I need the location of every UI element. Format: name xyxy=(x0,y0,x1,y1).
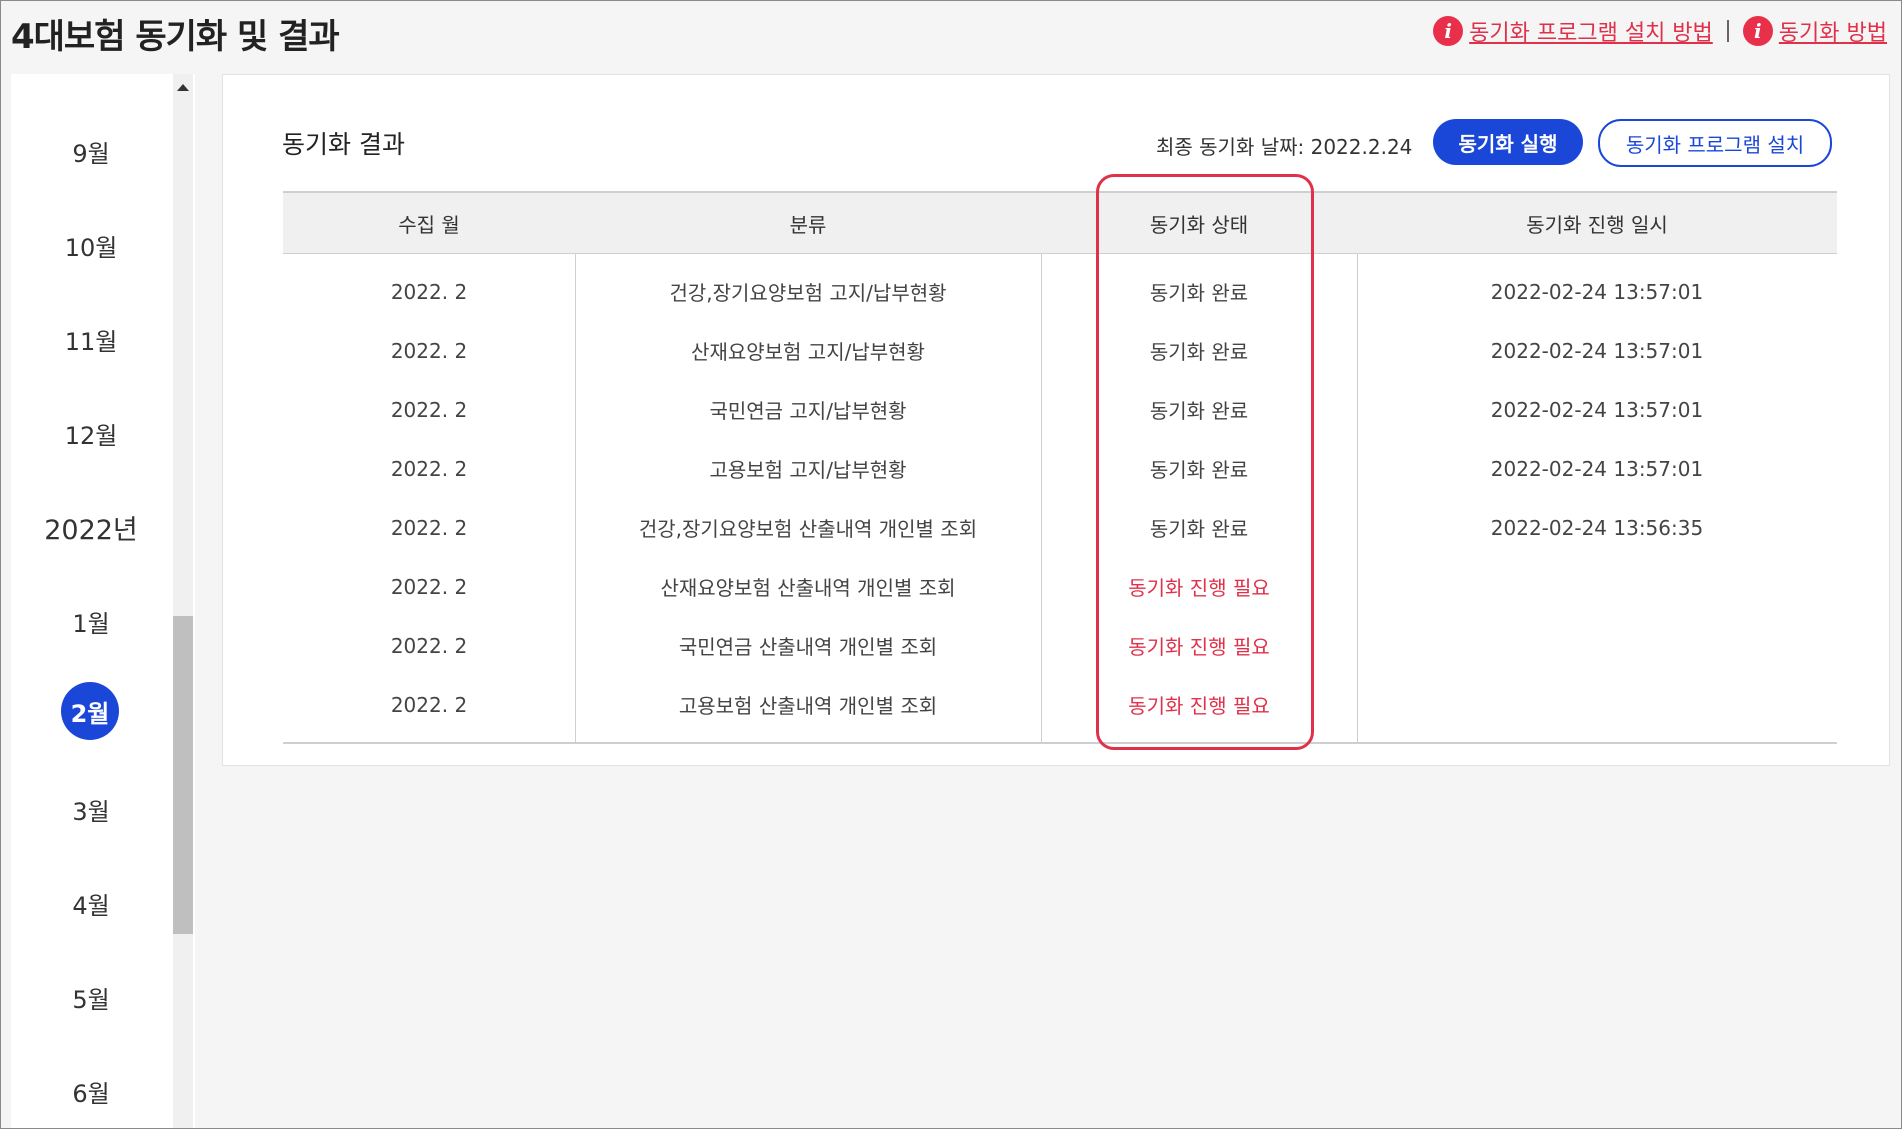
cell-category: 국민연금 산출내역 개인별 조회 xyxy=(678,635,938,659)
year-label: 2022년 xyxy=(44,515,138,546)
cell-datetime: 2022-02-24 13:57:01 xyxy=(1490,338,1704,363)
cell-month: 2022. 2 xyxy=(390,515,468,540)
app-frame: 4대보험 동기화 및 결과 i 동기화 프로그램 설치 방법 i 동기화 방법 … xyxy=(0,0,1902,1129)
table-header: 수집 월 분류 동기화 상태 동기화 진행 일시 xyxy=(283,191,1837,254)
status-column-highlight xyxy=(1096,174,1314,750)
cell-datetime: 2022-02-24 13:57:01 xyxy=(1490,279,1704,304)
cell-month: 2022. 2 xyxy=(390,279,468,304)
install-program-button[interactable]: 동기화 프로그램 설치 xyxy=(1598,119,1832,167)
cell-datetime xyxy=(1357,616,1837,675)
header-category: 분류 xyxy=(789,212,827,237)
scroll-up-icon[interactable] xyxy=(177,84,189,91)
cell-category: 건강,장기요양보험 산출내역 개인별 조회 xyxy=(638,517,978,541)
month-item-oct[interactable]: 10월 xyxy=(11,228,171,263)
column-divider xyxy=(575,254,576,742)
cell-month: 2022. 2 xyxy=(390,574,468,599)
page-title: 4대보험 동기화 및 결과 xyxy=(11,17,340,57)
month-item-dec[interactable]: 12월 xyxy=(11,416,171,451)
sync-result-table: 수집 월 분류 동기화 상태 동기화 진행 일시 2022. 2 건강,장기요양… xyxy=(283,191,1837,744)
table-row: 2022. 2 건강,장기요양보험 고지/납부현황 동기화 완료 2022-02… xyxy=(283,262,1837,321)
cell-category: 건강,장기요양보험 고지/납부현황 xyxy=(669,281,947,305)
cell-month: 2022. 2 xyxy=(390,456,468,481)
table-row: 2022. 2 고용보험 고지/납부현황 동기화 완료 2022-02-24 1… xyxy=(283,439,1837,498)
table-row: 2022. 2 산재요양보험 산출내역 개인별 조회 동기화 진행 필요 xyxy=(283,557,1837,616)
cell-datetime: 2022-02-24 13:56:35 xyxy=(1490,515,1704,540)
month-item-may[interactable]: 5월 xyxy=(11,980,171,1015)
month-item-jan[interactable]: 1월 xyxy=(11,604,171,639)
link-divider xyxy=(1726,20,1729,42)
cell-month: 2022. 2 xyxy=(390,397,468,422)
table-row: 2022. 2 국민연금 고지/납부현황 동기화 완료 2022-02-24 1… xyxy=(283,380,1837,439)
info-icon: i xyxy=(1742,16,1773,46)
cell-datetime xyxy=(1357,557,1837,616)
month-item-apr[interactable]: 4월 xyxy=(11,886,171,921)
table-row: 2022. 2 국민연금 산출내역 개인별 조회 동기화 진행 필요 xyxy=(283,616,1837,675)
month-item-nov[interactable]: 11월 xyxy=(11,322,171,357)
cell-datetime: 2022-02-24 13:57:01 xyxy=(1490,456,1704,481)
sync-guide-link[interactable]: i 동기화 방법 xyxy=(1742,15,1887,47)
cell-category: 산재요양보험 고지/납부현황 xyxy=(691,340,925,364)
sync-guide-label: 동기화 방법 xyxy=(1778,21,1887,46)
cell-month: 2022. 2 xyxy=(390,338,468,363)
scrollbar-thumb[interactable] xyxy=(173,616,193,934)
cell-category: 산재요양보험 산출내역 개인별 조회 xyxy=(660,576,956,600)
sync-result-panel: 동기화 결과 최종 동기화 날짜: 2022.2.24 동기화 실행 동기화 프… xyxy=(222,74,1890,766)
cell-month: 2022. 2 xyxy=(390,692,468,717)
header-collect-month: 수집 월 xyxy=(398,212,460,237)
table-body: 2022. 2 건강,장기요양보험 고지/납부현황 동기화 완료 2022-02… xyxy=(283,254,1837,744)
table-row: 2022. 2 산재요양보험 고지/납부현황 동기화 완료 2022-02-24… xyxy=(283,321,1837,380)
month-sidebar: 9월 10월 11월 12월 2022년 1월 2월 3월 4월 5월 6월 xyxy=(11,74,195,1128)
table-row: 2022. 2 고용보험 산출내역 개인별 조회 동기화 진행 필요 xyxy=(283,675,1837,734)
run-sync-button[interactable]: 동기화 실행 xyxy=(1433,119,1583,165)
month-item-feb-active[interactable]: 2월 xyxy=(61,682,119,740)
cell-category: 고용보험 산출내역 개인별 조회 xyxy=(678,694,938,718)
column-divider xyxy=(1041,254,1042,742)
month-item-mar[interactable]: 3월 xyxy=(11,792,171,827)
month-item-jun[interactable]: 6월 xyxy=(11,1074,171,1109)
column-divider xyxy=(1357,254,1358,742)
cell-category: 국민연금 고지/납부현황 xyxy=(709,399,907,423)
info-icon: i xyxy=(1433,16,1464,46)
install-guide-label: 동기화 프로그램 설치 방법 xyxy=(1469,21,1713,46)
panel-title: 동기화 결과 xyxy=(282,130,405,159)
cell-datetime: 2022-02-24 13:57:01 xyxy=(1490,397,1704,422)
cell-category: 고용보험 고지/납부현황 xyxy=(709,458,907,482)
header-datetime: 동기화 진행 일시 xyxy=(1526,212,1668,237)
cell-datetime xyxy=(1357,675,1837,734)
install-guide-link[interactable]: i 동기화 프로그램 설치 방법 xyxy=(1433,15,1713,47)
table-row: 2022. 2 건강,장기요양보험 산출내역 개인별 조회 동기화 완료 202… xyxy=(283,498,1837,557)
cell-month: 2022. 2 xyxy=(390,633,468,658)
last-sync-date: 최종 동기화 날짜: 2022.2.24 xyxy=(1156,135,1413,159)
sidebar-scrollbar[interactable] xyxy=(173,74,193,1128)
help-links: i 동기화 프로그램 설치 방법 i 동기화 방법 xyxy=(1433,15,1887,47)
month-item-sep[interactable]: 9월 xyxy=(11,134,171,169)
